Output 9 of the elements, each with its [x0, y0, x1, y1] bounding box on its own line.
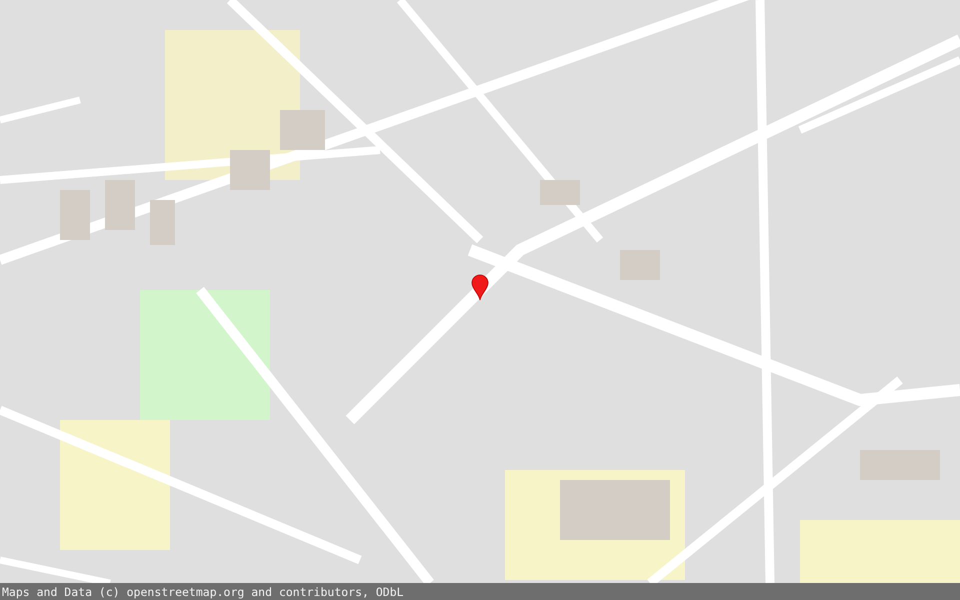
building [280, 110, 325, 150]
building [620, 250, 660, 280]
building [230, 150, 270, 190]
building [105, 180, 135, 230]
building [60, 190, 90, 240]
building [150, 200, 175, 245]
building [540, 180, 580, 205]
map-pin-icon[interactable] [472, 274, 488, 300]
attribution-text: Maps and Data (c) openstreetmap.org and contributors, ODbL [1, 584, 404, 598]
